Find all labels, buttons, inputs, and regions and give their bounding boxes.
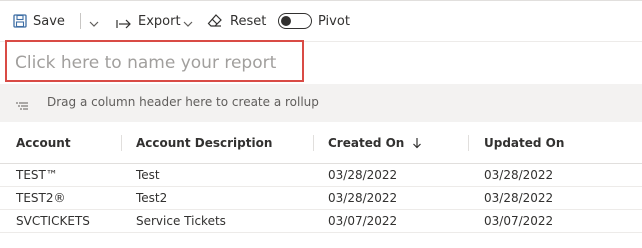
- save-button[interactable]: Save: [33, 1, 65, 41]
- toggle-knob: [281, 16, 291, 26]
- export-label: Export: [138, 13, 181, 29]
- toolbar-separator: [80, 13, 81, 29]
- eraser-icon: [207, 13, 223, 33]
- export-button[interactable]: Export: [138, 1, 181, 41]
- cell-account: TEST™: [16, 168, 58, 182]
- export-chevron-down-icon[interactable]: [182, 15, 194, 34]
- cell-account-description: Service Tickets: [136, 214, 226, 228]
- table-row[interactable]: TEST™ Test 03/28/2022 03/28/2022: [0, 164, 642, 187]
- column-header-account-description[interactable]: Account Description: [136, 122, 272, 163]
- cell-updated-on: 03/28/2022: [484, 168, 554, 182]
- save-icon[interactable]: [13, 13, 27, 32]
- column-header-label: Account Description: [136, 135, 273, 150]
- reset-button[interactable]: Reset: [230, 1, 266, 41]
- table-row[interactable]: TEST2® Test2 03/28/2022 03/28/2022: [0, 187, 642, 210]
- sort-down-arrow-icon: [412, 137, 422, 149]
- save-label: Save: [33, 13, 65, 29]
- rollup-icon: [16, 97, 28, 116]
- cell-created-on: 03/28/2022: [328, 168, 398, 182]
- column-header-created-on[interactable]: Created On: [328, 122, 422, 163]
- table-row[interactable]: SVCTICKETS Service Tickets 03/07/2022 03…: [0, 210, 642, 233]
- rollup-drop-zone[interactable]: Drag a column header here to create a ro…: [0, 84, 642, 122]
- column-separator[interactable]: [468, 135, 469, 151]
- cell-updated-on: 03/28/2022: [484, 191, 554, 205]
- column-header-account[interactable]: Account: [16, 122, 71, 163]
- pivot-label-wrap: Pivot: [318, 1, 350, 41]
- chevron-down-icon[interactable]: [88, 15, 100, 34]
- cell-created-on: 03/28/2022: [328, 191, 398, 205]
- rollup-hint: Drag a column header here to create a ro…: [47, 95, 319, 109]
- column-separator[interactable]: [313, 135, 314, 151]
- column-header-label: Created On: [328, 135, 405, 150]
- column-header-label: Account: [16, 135, 71, 150]
- cell-account-description: Test: [136, 168, 160, 182]
- cell-created-on: 03/07/2022: [328, 214, 398, 228]
- reset-label: Reset: [230, 13, 267, 29]
- column-header-label: Updated On: [484, 135, 565, 150]
- grid-header: Account Account Description Created On U…: [0, 122, 642, 164]
- cell-account: SVCTICKETS: [16, 214, 90, 228]
- pivot-toggle[interactable]: [278, 13, 312, 29]
- column-header-updated-on[interactable]: Updated On: [484, 122, 564, 163]
- cell-account-description: Test2: [136, 191, 168, 205]
- column-separator[interactable]: [121, 135, 122, 151]
- cell-account: TEST2®: [16, 191, 66, 205]
- toolbar: Save Export Reset Pivot: [0, 1, 642, 41]
- cell-updated-on: 03/07/2022: [484, 214, 554, 228]
- export-icon: [116, 15, 132, 34]
- pivot-label: Pivot: [318, 13, 350, 29]
- report-name-input[interactable]: [15, 52, 297, 74]
